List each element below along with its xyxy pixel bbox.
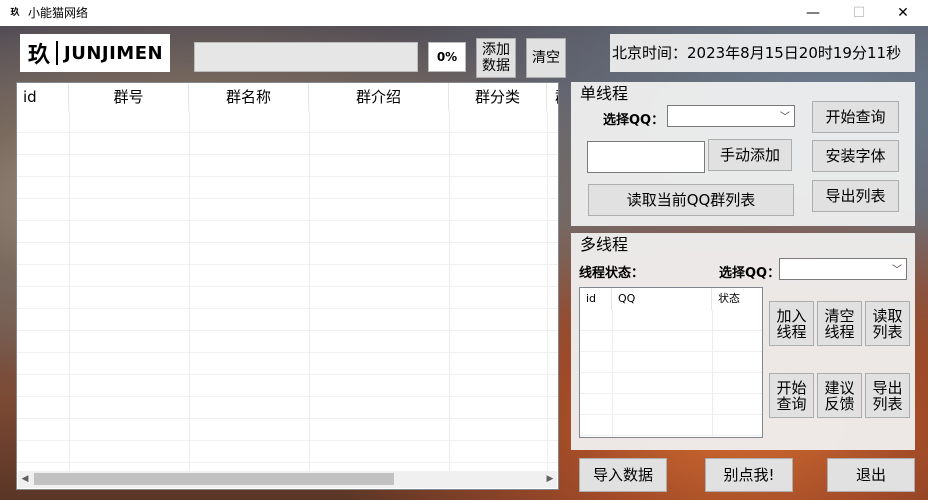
- thread-table-row[interactable]: [580, 373, 762, 394]
- thread-status-label: 线程状态：: [579, 266, 645, 281]
- column-header-group-intro[interactable]: 群介绍: [309, 83, 449, 111]
- table-row[interactable]: [17, 287, 558, 309]
- table-row[interactable]: [17, 397, 558, 419]
- add-data-label-1: 添加: [482, 42, 510, 58]
- export-list-button[interactable]: 导出列表: [812, 180, 899, 212]
- thread-table-row[interactable]: [580, 310, 762, 331]
- import-data-button[interactable]: 导入数据: [579, 458, 667, 492]
- logo-mark: 玖: [28, 42, 51, 68]
- read-list-label-1: 读取: [872, 306, 903, 325]
- scrollbar-thumb[interactable]: [34, 473, 394, 485]
- multi-start-query-label-1: 开始: [776, 378, 807, 397]
- app-icon: 玖: [10, 8, 20, 18]
- dont-click-button[interactable]: 别点我!: [705, 458, 793, 492]
- table-row[interactable]: [17, 265, 558, 287]
- progress-percent: 0%: [428, 42, 466, 72]
- group-table[interactable]: id 群号 群名称 群介绍 群分类 群 ◀ ▶: [16, 82, 559, 490]
- column-divider: [547, 111, 548, 471]
- table-row[interactable]: [17, 243, 558, 265]
- start-query-button[interactable]: 开始查询: [812, 101, 899, 133]
- single-thread-title: 单线程: [580, 84, 629, 103]
- progress-bar: [194, 42, 418, 72]
- column-header-group-number[interactable]: 群号: [69, 83, 189, 111]
- multi-export-list-label-2: 列表: [872, 394, 903, 413]
- add-thread-label-2: 线程: [776, 322, 807, 341]
- table-row[interactable]: [17, 331, 558, 353]
- multi-select-qq-label: 选择QQ：: [719, 266, 781, 281]
- beijing-time: 北京时间：2023年8月15日20时19分11秒: [610, 34, 915, 72]
- multi-export-list-button[interactable]: 导出 列表: [865, 373, 910, 418]
- exit-button[interactable]: 退出: [827, 458, 915, 492]
- feedback-label-2: 反馈: [824, 394, 855, 413]
- thread-table-row[interactable]: [580, 352, 762, 373]
- thread-table-row[interactable]: [580, 394, 762, 415]
- scroll-right-icon[interactable]: ▶: [543, 471, 557, 488]
- select-qq-label: 选择QQ：: [603, 113, 665, 128]
- multi-select-qq-dropdown[interactable]: ﹀: [779, 258, 907, 280]
- column-divider: [449, 111, 450, 471]
- thread-table-row[interactable]: [580, 331, 762, 352]
- add-thread-button[interactable]: 加入 线程: [769, 301, 814, 346]
- column-header-id[interactable]: id: [17, 83, 69, 111]
- thread-column-qq[interactable]: QQ: [612, 288, 712, 310]
- column-header-group-category[interactable]: 群分类: [449, 83, 547, 111]
- qq-number-input[interactable]: [587, 141, 705, 173]
- read-list-button[interactable]: 读取 列表: [865, 301, 910, 346]
- logo-wordmark: JUNJIMEN: [64, 42, 164, 64]
- single-thread-panel: 单线程 选择QQ： ﹀ 开始查询 手动添加 安装字体 读取当前QQ群列表 导出列…: [571, 82, 915, 226]
- column-divider: [189, 111, 190, 471]
- scroll-left-icon[interactable]: ◀: [18, 471, 32, 488]
- horizontal-scrollbar[interactable]: ◀ ▶: [18, 471, 557, 488]
- manual-add-button[interactable]: 手动添加: [708, 139, 792, 171]
- window-title: 小能猫网络: [28, 6, 89, 20]
- chevron-down-icon: ﹀: [780, 112, 790, 123]
- title-bar: 玖 小能猫网络 — ☐ ✕: [0, 0, 928, 26]
- table-row[interactable]: [17, 375, 558, 397]
- column-divider: [612, 310, 613, 437]
- table-row[interactable]: [17, 309, 558, 331]
- thread-column-id[interactable]: id: [580, 288, 612, 310]
- close-button[interactable]: ✕: [880, 0, 926, 26]
- column-header-group-name[interactable]: 群名称: [189, 83, 309, 111]
- column-divider: [712, 310, 713, 437]
- multi-thread-title: 多线程: [580, 235, 629, 254]
- column-divider: [309, 111, 310, 471]
- column-header-more[interactable]: 群: [547, 83, 558, 111]
- minimize-button[interactable]: —: [790, 0, 836, 26]
- table-row[interactable]: [17, 353, 558, 375]
- read-list-label-2: 列表: [872, 322, 903, 341]
- select-qq-dropdown[interactable]: ﹀: [667, 105, 795, 127]
- add-data-label-2: 数据: [482, 58, 510, 74]
- add-data-button[interactable]: 添加 数据: [476, 38, 516, 78]
- clear-thread-label-1: 清空: [824, 306, 855, 325]
- chevron-down-icon: ﹀: [892, 265, 902, 276]
- clear-button[interactable]: 清空: [526, 38, 566, 78]
- read-qq-group-list-button[interactable]: 读取当前QQ群列表: [588, 184, 794, 216]
- column-divider: [69, 111, 70, 471]
- table-row[interactable]: [17, 419, 558, 441]
- clear-thread-button[interactable]: 清空 线程: [817, 301, 862, 346]
- feedback-label-1: 建议: [824, 378, 855, 397]
- table-row[interactable]: [17, 133, 558, 155]
- multi-export-list-label-1: 导出: [872, 378, 903, 397]
- table-row[interactable]: [17, 111, 558, 133]
- multi-start-query-button[interactable]: 开始 查询: [769, 373, 814, 418]
- logo: 玖 JUNJIMEN: [20, 34, 170, 72]
- install-font-button[interactable]: 安装字体: [812, 140, 899, 172]
- thread-column-status[interactable]: 状态: [712, 288, 762, 310]
- multi-start-query-label-2: 查询: [776, 394, 807, 413]
- thread-table-row[interactable]: [580, 415, 762, 436]
- table-row[interactable]: [17, 177, 558, 199]
- table-row[interactable]: [17, 441, 558, 463]
- add-thread-label-1: 加入: [776, 306, 807, 325]
- table-row[interactable]: [17, 221, 558, 243]
- feedback-button[interactable]: 建议 反馈: [817, 373, 862, 418]
- clear-thread-label-2: 线程: [824, 322, 855, 341]
- thread-table[interactable]: id QQ 状态: [579, 287, 763, 438]
- table-row[interactable]: [17, 155, 558, 177]
- maximize-button[interactable]: ☐: [836, 0, 882, 26]
- logo-divider: [56, 41, 59, 65]
- table-row[interactable]: [17, 199, 558, 221]
